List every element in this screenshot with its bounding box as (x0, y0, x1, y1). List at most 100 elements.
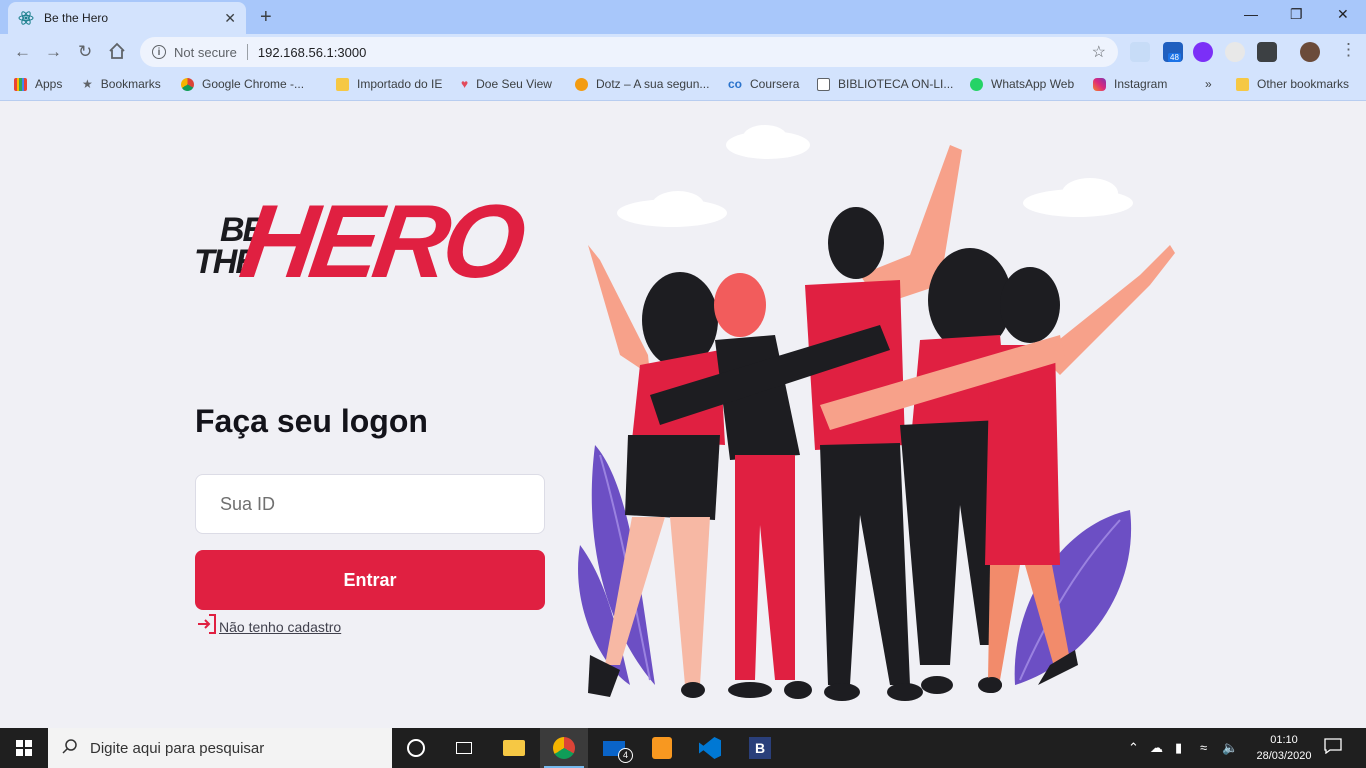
extension-dark-icon[interactable] (1257, 42, 1277, 62)
wifi-icon[interactable]: ≈ (1200, 740, 1207, 755)
folder-icon (503, 740, 525, 756)
bookmark-label: Dotz – A sua segun... (596, 77, 710, 91)
mail-taskbar-button[interactable]: 4 (590, 728, 638, 768)
dotz-icon (575, 77, 588, 91)
register-link-text: Não tenho cadastro (219, 619, 342, 635)
coursera-icon: co (728, 77, 743, 91)
react-icon (18, 10, 34, 26)
taskbar-search[interactable]: Digite aqui para pesquisar (48, 728, 392, 768)
task-view-icon (456, 742, 472, 754)
bookmark-label: Bookmarks (100, 77, 161, 91)
vscode-icon (699, 737, 721, 759)
close-window-button[interactable]: ✕ (1337, 6, 1349, 23)
apps-grid-icon (14, 77, 27, 91)
bookmark-whatsapp[interactable]: WhatsApp Web (970, 77, 1074, 91)
volume-icon[interactable]: 🔈 (1222, 740, 1238, 756)
bookmarks-bar: Apps ★ Bookmarks Google Chrome -... Impo… (0, 70, 1366, 101)
battery-icon[interactable]: ▮ (1175, 740, 1182, 756)
bookmark-label: Apps (35, 77, 63, 91)
system-clock[interactable]: 01:10 28/03/2020 (1244, 732, 1324, 764)
back-arrow-icon[interactable]: ← (14, 42, 31, 62)
bookmark-label: Importado do IE (357, 77, 443, 91)
cloud-illustration (617, 125, 1133, 227)
bookmark-importado-ie[interactable]: Importado do IE (336, 77, 442, 91)
security-label: Not secure (174, 44, 237, 60)
bookmark-other[interactable]: Other bookmarks (1236, 77, 1349, 91)
extension-cloud-icon[interactable] (1130, 42, 1150, 62)
extension-purple-icon[interactable] (1193, 42, 1213, 62)
tab-title: Be the Hero (44, 11, 109, 25)
login-submit-button[interactable]: Entrar (195, 550, 545, 610)
home-icon[interactable] (108, 42, 126, 65)
bookmark-apps[interactable]: Apps (14, 77, 62, 91)
bookmark-label: BIBLIOTECA ON-LI... (838, 77, 954, 91)
bookmark-coursera[interactable]: co Coursera (728, 77, 799, 91)
library-icon (817, 77, 830, 91)
id-input[interactable] (195, 474, 545, 534)
clock-time: 01:10 (1270, 734, 1298, 746)
register-link[interactable]: Não tenho cadastro (195, 613, 341, 635)
bookmark-star-icon[interactable]: ☆ (1092, 42, 1106, 62)
bookmark-label: Other bookmarks (1257, 77, 1350, 91)
forward-arrow-icon[interactable]: → (45, 42, 62, 62)
bookmarks-overflow-button[interactable]: » (1205, 77, 1212, 91)
address-separator (246, 44, 248, 60)
login-heading: Faça seu logon (195, 403, 428, 439)
info-icon[interactable]: i (152, 45, 166, 59)
url-text[interactable]: 192.168.56.1:3000 (258, 45, 1092, 60)
reload-icon[interactable]: ↻ (78, 42, 92, 62)
tab-close-icon[interactable]: ✕ (224, 10, 236, 27)
windows-taskbar: Digite aqui para pesquisar 4 B ⌃ ☁ ▮ ≈ 🔈… (0, 728, 1366, 768)
bookmark-label: Coursera (750, 77, 800, 91)
chevron-up-icon[interactable]: ⌃ (1128, 740, 1139, 756)
log-in-icon (195, 613, 219, 635)
windows-logo-icon (16, 740, 32, 756)
file-explorer-button[interactable] (490, 728, 538, 768)
search-placeholder: Digite aqui para pesquisar (90, 739, 265, 757)
b-app-taskbar-button[interactable]: B (736, 728, 784, 768)
extension-grid-icon[interactable] (1225, 42, 1245, 62)
whatsapp-icon (970, 77, 983, 91)
b-app-icon: B (749, 737, 771, 759)
restore-button[interactable]: ❐ (1290, 6, 1303, 23)
tab-be-the-hero[interactable]: Be the Hero ✕ (8, 2, 246, 34)
bookmark-google-chrome[interactable]: Google Chrome -... (181, 77, 304, 91)
bookmark-label: Doe Seu View (476, 77, 552, 91)
bookmark-label: Google Chrome -... (202, 77, 305, 91)
address-bar[interactable]: i Not secure 192.168.56.1:3000 ☆ (140, 37, 1118, 67)
heroes-illustration (578, 125, 1175, 701)
onedrive-icon[interactable]: ☁ (1150, 740, 1163, 756)
task-view-button[interactable] (440, 728, 488, 768)
chrome-icon (181, 77, 194, 91)
sublime-taskbar-button[interactable] (638, 728, 686, 768)
browser-toolbar: ← → ↻ i Not secure 192.168.56.1:3000 ☆ 4… (0, 34, 1366, 70)
bookmark-label: Instagram (1114, 77, 1168, 91)
mail-badge: 4 (618, 748, 633, 763)
bookmark-doe-seu-view[interactable]: ♥ Doe Seu View (461, 77, 552, 91)
cortana-icon (407, 739, 425, 757)
extension-chat-icon[interactable]: 48 (1163, 42, 1183, 62)
folder-icon (336, 77, 349, 91)
folder-icon (1236, 77, 1249, 91)
menu-kebab-icon[interactable]: ⋮ (1340, 40, 1357, 60)
action-center-icon[interactable] (1324, 738, 1342, 757)
profile-avatar[interactable] (1300, 42, 1320, 62)
extension-badge: 48 (1168, 53, 1181, 62)
heart-icon: ♥ (461, 77, 469, 91)
search-icon (62, 738, 78, 758)
new-tab-button[interactable]: + (260, 6, 272, 29)
vscode-taskbar-button[interactable] (686, 728, 734, 768)
star-icon: ★ (82, 77, 93, 91)
chrome-taskbar-button[interactable] (540, 728, 588, 768)
sublime-text-icon (652, 737, 672, 759)
minimize-button[interactable]: — (1244, 6, 1258, 22)
cortana-button[interactable] (392, 728, 440, 768)
chevron-double-right-icon: » (1205, 77, 1212, 91)
bookmark-bookmarks[interactable]: ★ Bookmarks (82, 77, 161, 91)
bookmark-biblioteca[interactable]: BIBLIOTECA ON-LI... (817, 77, 953, 91)
bookmark-instagram[interactable]: Instagram (1093, 77, 1167, 91)
instagram-icon (1093, 77, 1106, 91)
bookmark-dotz[interactable]: Dotz – A sua segun... (575, 77, 709, 91)
logo-word-hero: HERO (233, 184, 527, 300)
windows-start-button[interactable] (0, 728, 48, 768)
